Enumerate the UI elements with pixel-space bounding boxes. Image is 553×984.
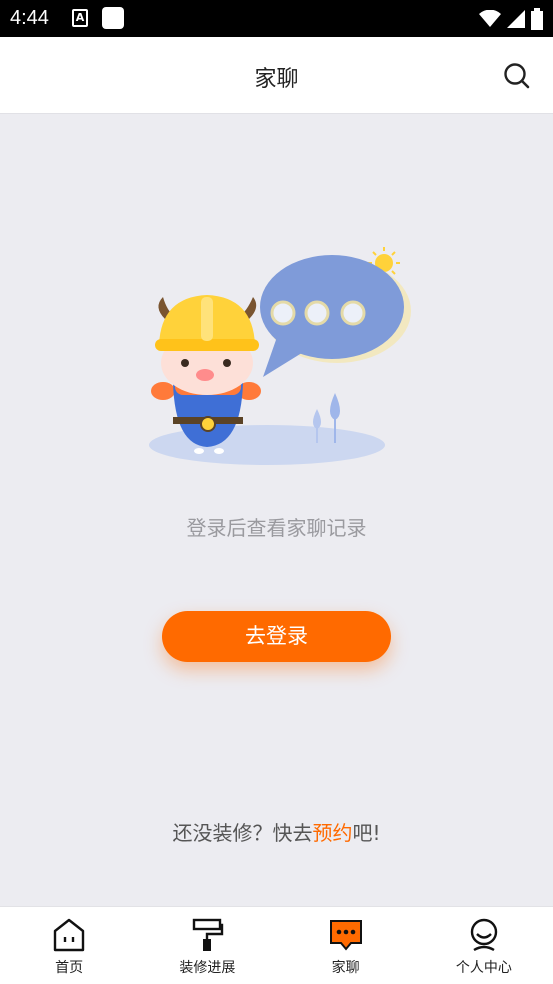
promo-text: 还没装修？快去预约吧! xyxy=(0,817,553,846)
a-notification-icon: A xyxy=(72,9,88,27)
home-icon xyxy=(53,918,85,952)
square-notification-icon xyxy=(102,7,124,29)
chat-icon xyxy=(329,920,362,951)
paint-roller-icon xyxy=(193,918,224,951)
tab-label: 家聊 xyxy=(331,960,360,976)
status-time: 4:44 xyxy=(10,7,49,29)
header-bar: 家聊 xyxy=(0,37,553,114)
empty-state-illustration xyxy=(149,247,411,465)
tab-home[interactable]: 首页 xyxy=(0,907,138,984)
login-button[interactable]: 去登录 xyxy=(162,611,391,662)
book-appointment-link[interactable]: 预约 xyxy=(312,821,352,845)
empty-hint-text: 登录后查看家聊记录 xyxy=(186,516,367,540)
tab-progress[interactable]: 装修进展 xyxy=(138,907,276,984)
tab-label: 装修进展 xyxy=(179,960,236,976)
tab-chat[interactable]: 家聊 xyxy=(277,907,415,984)
signal-icon xyxy=(507,10,525,28)
chat-bubble-icon xyxy=(260,255,411,377)
tab-label: 首页 xyxy=(55,960,84,976)
search-icon[interactable] xyxy=(503,62,531,90)
page-title: 家聊 xyxy=(254,67,299,92)
promo-suffix: 吧! xyxy=(352,821,381,845)
status-bar: 4:44 A xyxy=(0,0,553,37)
bottom-tab-bar: 首页 装修进展 家聊 个人中心 xyxy=(0,906,553,984)
tab-profile[interactable]: 个人中心 xyxy=(415,907,553,984)
battery-icon xyxy=(531,8,543,30)
tab-label: 个人中心 xyxy=(455,960,512,976)
promo-prefix: 还没装修？快去 xyxy=(172,821,313,845)
user-icon xyxy=(470,918,498,952)
wifi-icon xyxy=(479,10,501,27)
